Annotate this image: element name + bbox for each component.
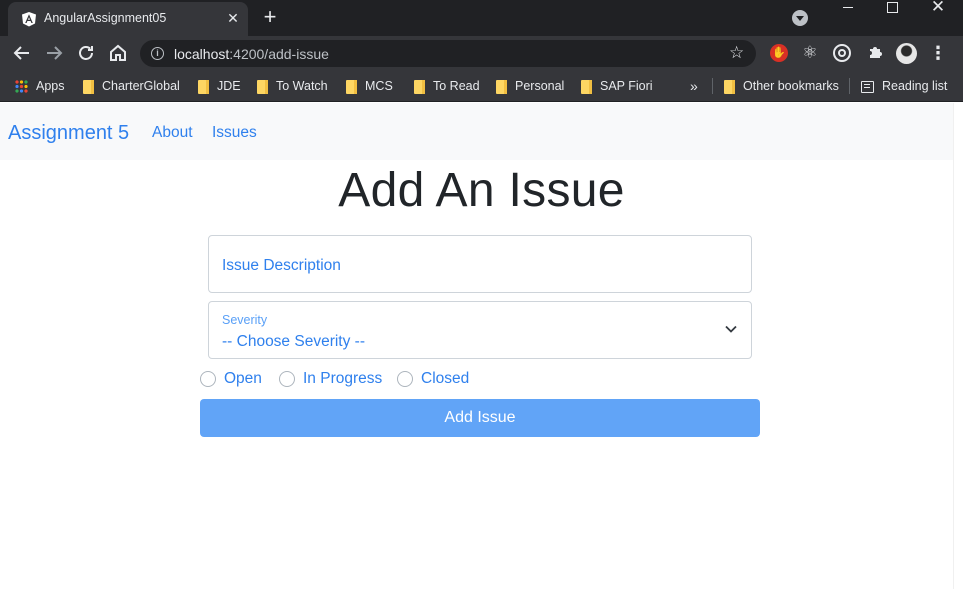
page-title: Add An Issue: [338, 164, 625, 217]
bookmark-label: SAP Fiori: [600, 79, 653, 93]
reading-list-label: Reading list: [882, 79, 948, 93]
bookmarks-overflow-icon[interactable]: »: [690, 77, 698, 95]
chevron-down-icon: [725, 325, 737, 333]
bookmark-label: CharterGlobal: [102, 79, 180, 93]
radio-closed[interactable]: [397, 371, 413, 387]
address-bar[interactable]: i localhost:4200/add-issue ☆: [140, 40, 756, 67]
folder-icon: [496, 79, 507, 94]
folder-icon: [724, 79, 735, 94]
apps-grid-icon: [15, 80, 28, 94]
tab-close-icon[interactable]: ✕: [224, 9, 242, 27]
navbar-brand[interactable]: Assignment 5: [8, 122, 129, 145]
bookmark-label: To Read: [433, 79, 480, 93]
angular-logo-icon: [22, 12, 36, 27]
radio-in-progress[interactable]: [279, 371, 295, 387]
profile-avatar[interactable]: [896, 43, 917, 64]
bookmark-personal[interactable]: Personal: [496, 77, 564, 95]
radio-label-open[interactable]: Open: [224, 370, 262, 388]
folder-icon: [581, 79, 592, 94]
extension-hand-icon[interactable]: ✋: [770, 44, 788, 62]
bookmarks-bar: Apps CharterGlobal JDE To Watch MCS To R…: [0, 70, 963, 102]
bookmark-label: Personal: [515, 79, 565, 93]
bookmarks-divider: [849, 78, 850, 94]
bookmark-star-icon[interactable]: ☆: [729, 43, 744, 63]
severity-label: Severity: [222, 313, 268, 327]
window-close-icon[interactable]: ✕: [915, 0, 961, 30]
browser-toolbar: i localhost:4200/add-issue ☆ ✋ ⚛ ⋮: [0, 36, 963, 70]
radio-open[interactable]: [200, 371, 216, 387]
extension-target-icon[interactable]: [833, 44, 851, 62]
folder-icon: [257, 79, 268, 94]
app-navbar: Assignment 5 About Issues: [0, 103, 963, 160]
nav-link-about[interactable]: About: [152, 124, 193, 142]
folder-icon: [83, 79, 94, 94]
site-info-icon[interactable]: i: [151, 47, 164, 60]
back-arrow-icon[interactable]: [10, 41, 34, 65]
folder-icon: [346, 79, 357, 94]
browser-tab[interactable]: AngularAssignment05 ✕: [8, 2, 248, 36]
tab-search-icon[interactable]: [792, 10, 808, 26]
radio-label-closed[interactable]: Closed: [421, 370, 469, 388]
home-icon[interactable]: [106, 41, 130, 65]
react-devtools-icon[interactable]: ⚛: [801, 44, 819, 62]
bookmark-charterglobal[interactable]: CharterGlobal: [83, 77, 180, 95]
bookmark-label: JDE: [217, 79, 241, 93]
bookmarks-divider: [712, 78, 713, 94]
nav-link-issues[interactable]: Issues: [212, 124, 257, 142]
bookmark-apps[interactable]: Apps: [15, 77, 65, 95]
browser-menu-icon[interactable]: ⋮: [929, 42, 947, 64]
issue-description-input[interactable]: Issue Description: [208, 235, 752, 293]
radio-label-in-progress[interactable]: In Progress: [303, 370, 382, 388]
minimize-icon[interactable]: [825, 0, 871, 30]
bookmark-to-watch[interactable]: To Watch: [257, 77, 328, 95]
reading-list[interactable]: Reading list: [861, 77, 947, 95]
bookmark-label: Apps: [36, 79, 65, 93]
bookmark-sap-fiori[interactable]: SAP Fiori: [581, 77, 653, 95]
add-issue-button[interactable]: Add Issue: [200, 399, 760, 437]
url-host: localhost: [174, 46, 230, 62]
bookmark-label: To Watch: [276, 79, 328, 93]
bookmark-to-read[interactable]: To Read: [414, 77, 480, 95]
maximize-icon[interactable]: [870, 0, 916, 30]
extensions-puzzle-icon[interactable]: [866, 44, 884, 62]
browser-tab-strip: AngularAssignment05 ✕ + ✕: [0, 0, 963, 36]
reading-list-icon: [861, 80, 874, 93]
bookmark-label: Other bookmarks: [743, 79, 839, 93]
severity-select[interactable]: Severity -- Choose Severity --: [208, 301, 752, 359]
reload-icon[interactable]: [74, 41, 98, 65]
url-path: :4200/add-issue: [229, 46, 329, 62]
folder-icon: [198, 79, 209, 94]
bookmark-jde[interactable]: JDE: [198, 77, 241, 95]
bookmark-label: MCS: [365, 79, 393, 93]
folder-icon: [414, 79, 425, 94]
bookmark-mcs[interactable]: MCS: [346, 77, 393, 95]
issue-description-placeholder: Issue Description: [222, 257, 341, 274]
url-text[interactable]: localhost:4200/add-issue: [174, 46, 329, 62]
tab-title: AngularAssignment05: [44, 11, 167, 25]
severity-selected-value: -- Choose Severity --: [222, 333, 365, 350]
bookmark-other-bookmarks[interactable]: Other bookmarks: [724, 77, 839, 95]
forward-arrow-icon[interactable]: [42, 41, 66, 65]
new-tab-icon[interactable]: +: [258, 6, 282, 30]
